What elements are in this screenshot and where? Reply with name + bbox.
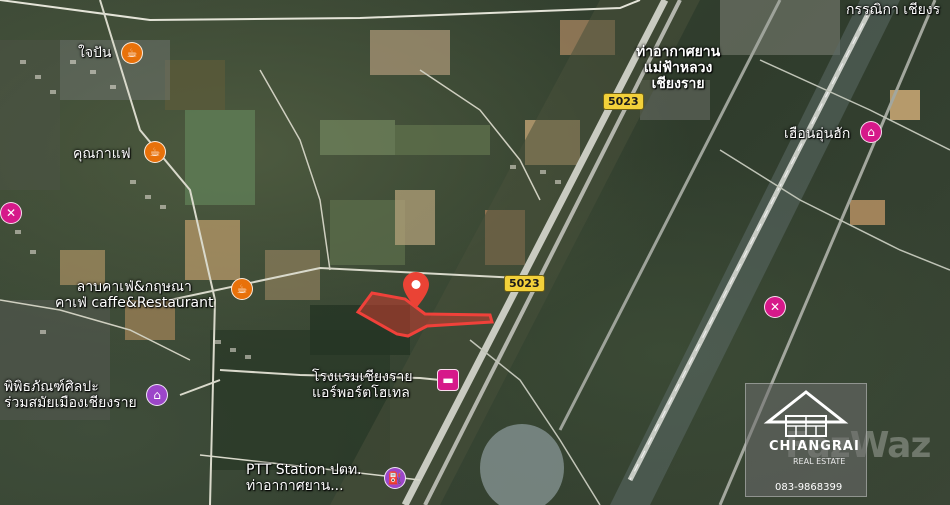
poi-label-line: ลาบคาเฟ่&กฤษณา [76,279,192,295]
poi-label-line: พิพิธภัณฑ์ศิลปะ [4,379,99,395]
map-canvas[interactable]: 5023 5023 ใจปัน ☕ คุณกาแฟ ☕ ลาบคาเฟ่&กฤษ… [0,0,950,505]
poi-label-top-right[interactable]: กรรณิกา เชียงร [846,2,940,18]
poi-label-line: แอร์พอร์ตโฮเทล [312,385,410,401]
agent-name: CHIANGRAI [769,439,860,454]
poi-label-ptt[interactable]: PTT Station ปตท. ท่าอากาศยาน... [246,462,362,494]
poi-label-line: แม่ฟ้าหลวง [643,60,713,76]
tools-icon[interactable]: ✕ [764,296,786,318]
poi-label-airport[interactable]: ท่าอากาศยาน แม่ฟ้าหลวง เชียงราย [636,44,720,92]
coffee-icon[interactable]: ☕ [231,278,253,300]
tools-icon[interactable]: ✕ [0,202,22,224]
road-shield-south: 5023 [504,275,545,292]
bed-icon[interactable]: ▬ [437,369,459,391]
poi-label-line: ท่าอากาศยาน [636,44,721,60]
coffee-icon[interactable]: ☕ [144,141,166,163]
poi-label-line: ร่วมสมัยเมืองเชียงราย [4,395,137,411]
poi-label-line: คาเฟ่ caffe&Restaurant [55,295,214,311]
fuel-icon[interactable]: ⛽ [384,467,406,489]
agent-phone: 083-9868399 [775,482,843,493]
poi-label-line: ท่าอากาศยาน... [246,478,344,494]
poi-label-museum[interactable]: พิพิธภัณฑ์ศิลปะ ร่วมสมัยเมืองเชียงราย [4,379,137,411]
poi-label-line: โรงแรมเชียงราย [312,369,413,385]
museum-icon[interactable]: ⌂ [146,384,168,406]
location-pin-icon[interactable] [403,272,429,308]
coffee-icon[interactable]: ☕ [121,42,143,64]
agent-tagline: REAL ESTATE [793,457,846,466]
poi-label-lap-cafe[interactable]: ลาบคาเฟ่&กฤษณา คาเฟ่ caffe&Restaurant [55,279,213,311]
road-shield-north: 5023 [603,93,644,110]
poi-label-hueanunhak[interactable]: เฮือนอุ่นฮัก [784,126,850,142]
poi-label-hotel[interactable]: โรงแรมเชียงราย แอร์พอร์ตโฮเทล [312,369,413,401]
watermark: FazWaz CHIANGRAI REAL ESTATE 083-9868399 [665,383,945,505]
poi-label-jaipan[interactable]: ใจปัน [78,45,112,61]
poi-label-line: PTT Station ปตท. [246,462,362,478]
poi-label-line: เชียงราย [651,76,705,92]
poi-label-khun-kafae[interactable]: คุณกาแฟ [73,146,131,162]
hotel-icon[interactable]: ⌂ [860,121,882,143]
